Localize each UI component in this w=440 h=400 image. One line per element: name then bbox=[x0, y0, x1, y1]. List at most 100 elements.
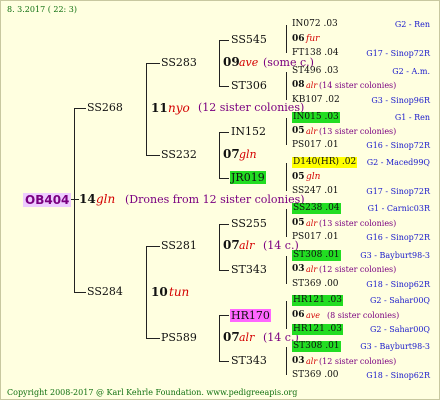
g5-id-3[interactable]: KB107 .02 bbox=[292, 96, 340, 105]
sire-top-race: nyo bbox=[168, 101, 190, 115]
node-ss232-gen: 07 bbox=[223, 147, 240, 161]
node-in152-note: (13 sister colonies) bbox=[319, 127, 397, 136]
date-stamp: 8. 3.2017 ( 22: 3) bbox=[7, 5, 78, 14]
connector bbox=[286, 163, 287, 191]
sire-bottom-id[interactable]: SS284 bbox=[87, 286, 123, 297]
g5-id-9[interactable]: PS017 .01 bbox=[292, 233, 339, 242]
copyright-footer: Copyright 2008-2017 @ Karl Kehrle Founda… bbox=[7, 388, 298, 397]
sire-top-note: (12 sister colonies) bbox=[198, 101, 305, 114]
connector bbox=[146, 246, 147, 338]
node-in152-race: alr bbox=[306, 127, 318, 136]
node-st343-b-gen: 03 bbox=[292, 356, 305, 366]
g5-id-0[interactable]: IN072 .03 bbox=[292, 20, 338, 29]
sire-bottom-generation: 10 bbox=[151, 285, 168, 299]
node-ss283[interactable]: SS283 bbox=[161, 57, 197, 68]
connector bbox=[286, 118, 287, 145]
node-ss255[interactable]: SS255 bbox=[231, 218, 267, 229]
node-st343-b[interactable]: ST343 bbox=[231, 355, 267, 366]
g5-id-1[interactable]: FT138 .04 bbox=[292, 49, 339, 58]
connector bbox=[146, 155, 160, 156]
connector bbox=[74, 108, 86, 109]
g5-id-4[interactable]: IN015 .03 bbox=[292, 112, 340, 123]
g5-origin-6: G2 - Maced99Q bbox=[366, 158, 430, 167]
g5-origin-3: G3 - Sinop96R bbox=[371, 96, 430, 105]
root-race: gln bbox=[96, 192, 116, 206]
connector bbox=[219, 270, 229, 271]
node-st343-b-note: (12 sister colonies) bbox=[319, 357, 397, 366]
g5-id-13[interactable]: HR121 .03 bbox=[292, 324, 343, 335]
connector bbox=[219, 315, 220, 361]
connector bbox=[219, 178, 229, 179]
root-queen-id[interactable]: OB404 bbox=[23, 193, 72, 207]
g5-id-5[interactable]: PS017 .01 bbox=[292, 141, 339, 150]
g5-origin-1: G17 - Sinop72R bbox=[366, 49, 430, 58]
g5-id-2[interactable]: ST496 .03 bbox=[292, 67, 339, 76]
connector bbox=[286, 209, 287, 237]
connector bbox=[219, 361, 229, 362]
node-ss255-race: alr bbox=[306, 219, 318, 228]
pedigree-canvas: { "header": {"date": "8. 3.2017 ( 22: 3)… bbox=[0, 0, 440, 400]
g5-id-12[interactable]: HR121 .03 bbox=[292, 295, 343, 306]
g5-origin-8: G1 - Carnic03R bbox=[367, 204, 430, 213]
g5-id-14[interactable]: ST308 .01 bbox=[292, 341, 341, 352]
g5-origin-14: G3 - Bayburt98-3 bbox=[360, 342, 430, 351]
root-note: (Drones from 12 sister colonies) bbox=[125, 193, 305, 206]
sire-top-generation: 11 bbox=[151, 101, 168, 115]
connector bbox=[286, 301, 287, 329]
g5-id-8[interactable]: SS238 .04 bbox=[292, 203, 341, 214]
sire-top-id[interactable]: SS268 bbox=[87, 102, 123, 113]
node-hr170[interactable]: HR170 bbox=[230, 309, 271, 322]
g5-id-10[interactable]: ST308 .01 bbox=[292, 250, 341, 261]
connector bbox=[219, 224, 229, 225]
connector bbox=[146, 338, 160, 339]
node-in152[interactable]: IN152 bbox=[231, 126, 266, 137]
connector bbox=[146, 63, 160, 64]
connector bbox=[146, 63, 147, 155]
node-st306-gen: 08 bbox=[292, 80, 305, 90]
connector bbox=[74, 108, 75, 292]
connector bbox=[286, 347, 287, 375]
node-ss545[interactable]: SS545 bbox=[231, 34, 267, 45]
node-ss545-gen: 06 bbox=[292, 34, 305, 44]
connector bbox=[74, 292, 86, 293]
node-ss232[interactable]: SS232 bbox=[161, 149, 197, 160]
node-ss232-race: gln bbox=[239, 148, 257, 161]
node-ss281-race: alr bbox=[239, 239, 255, 252]
connector bbox=[286, 25, 287, 53]
node-st343-a[interactable]: ST343 bbox=[231, 264, 267, 275]
node-ss283-gen: 09 bbox=[223, 55, 240, 69]
g5-origin-9: G16 - Sinop72R bbox=[366, 233, 430, 242]
node-hr170-gen: 06 bbox=[292, 310, 305, 320]
node-hr170-race: ave bbox=[306, 311, 321, 320]
g5-origin-12: G2 - Sahar00Q bbox=[369, 296, 430, 305]
g5-id-11[interactable]: ST369 .00 bbox=[292, 280, 339, 289]
node-ss255-note: (13 sister colonies) bbox=[319, 219, 397, 228]
node-jr019-race: gln bbox=[306, 172, 321, 182]
node-jr019[interactable]: JR019 bbox=[230, 171, 266, 184]
g5-id-15[interactable]: ST369 .00 bbox=[292, 371, 339, 380]
g5-origin-7: G17 - Sinop72R bbox=[366, 187, 430, 196]
node-hr170-note: (8 sister colonies) bbox=[327, 311, 400, 320]
g5-origin-15: G18 - Sinop62R bbox=[366, 371, 430, 380]
connector bbox=[219, 86, 229, 87]
node-ss255-gen: 05 bbox=[292, 218, 305, 228]
g5-id-6[interactable]: D140(HR) .02 bbox=[292, 157, 358, 168]
g5-id-7[interactable]: SS247 .01 bbox=[292, 187, 339, 196]
g5-origin-5: G16 - Sinop72R bbox=[366, 141, 430, 150]
node-st306[interactable]: ST306 bbox=[231, 80, 267, 91]
connector bbox=[286, 256, 287, 284]
g5-origin-2: G2 - A.m. bbox=[392, 67, 430, 76]
connector bbox=[219, 315, 229, 316]
connector bbox=[219, 132, 229, 133]
node-ps589[interactable]: PS589 bbox=[161, 332, 197, 343]
node-st343-b-race: alr bbox=[306, 357, 318, 366]
node-ss281-gen: 07 bbox=[223, 238, 240, 252]
node-ss281[interactable]: SS281 bbox=[161, 240, 197, 251]
connector bbox=[219, 132, 220, 178]
sire-bottom-race: tun bbox=[169, 285, 190, 299]
node-jr019-gen: 05 bbox=[292, 172, 305, 182]
node-ps589-gen: 07 bbox=[223, 330, 240, 344]
connector bbox=[219, 40, 220, 86]
node-st343-a-race: alr bbox=[306, 265, 318, 274]
connector bbox=[286, 72, 287, 100]
